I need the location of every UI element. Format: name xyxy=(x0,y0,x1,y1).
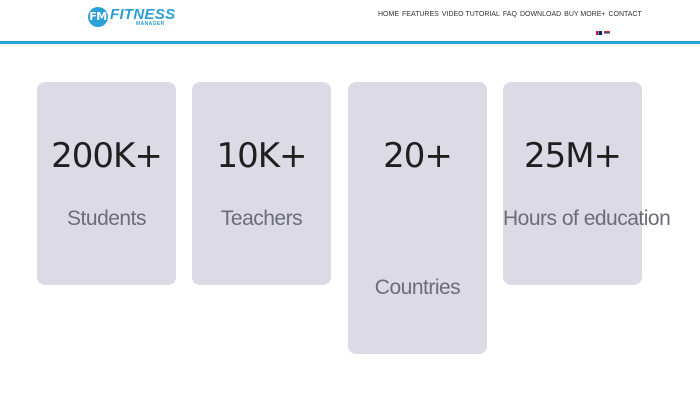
flag-rs-icon[interactable] xyxy=(604,31,610,35)
language-switcher xyxy=(596,31,610,35)
stat-card-teachers: 10K+ Teachers xyxy=(192,82,331,285)
site-header: FM FITNESS MANAGER HOME FEATURES VIDEO T… xyxy=(0,0,700,44)
main-nav: HOME FEATURES VIDEO TUTORIAL FAQ DOWNLOA… xyxy=(378,11,642,18)
flag-en-icon[interactable] xyxy=(596,31,602,35)
nav-video-tutorial[interactable]: VIDEO TUTORIAL xyxy=(442,11,500,18)
stat-label: Countries xyxy=(374,276,461,299)
nav-download[interactable]: DOWNLOAD xyxy=(520,11,561,18)
nav-faq[interactable]: FAQ xyxy=(503,11,517,18)
stat-card-students: 200K+ Students xyxy=(37,82,176,285)
nav-contact[interactable]: CONTACT xyxy=(608,11,641,18)
nav-home[interactable]: HOME xyxy=(378,11,399,18)
stat-value: 200K+ xyxy=(51,136,163,176)
stat-label: Hours of education xyxy=(503,207,671,230)
stat-value: 10K+ xyxy=(216,136,307,176)
stat-value: 25M+ xyxy=(523,136,622,176)
stat-label: Teachers xyxy=(220,207,303,230)
fitness-manager-logo[interactable]: FM FITNESS MANAGER xyxy=(88,7,175,31)
logo-badge: FM xyxy=(88,7,108,27)
nav-buy-more[interactable]: BUY MORE+ xyxy=(564,11,605,18)
stat-card-hours: 25M+ Hours of education xyxy=(503,82,671,285)
stat-value: 20+ xyxy=(383,136,453,176)
stat-card-countries: 20+ Countries xyxy=(348,82,487,354)
stat-label: Students xyxy=(67,207,146,230)
nav-features[interactable]: FEATURES xyxy=(402,11,439,18)
logo-subtitle: MANAGER xyxy=(136,21,165,27)
